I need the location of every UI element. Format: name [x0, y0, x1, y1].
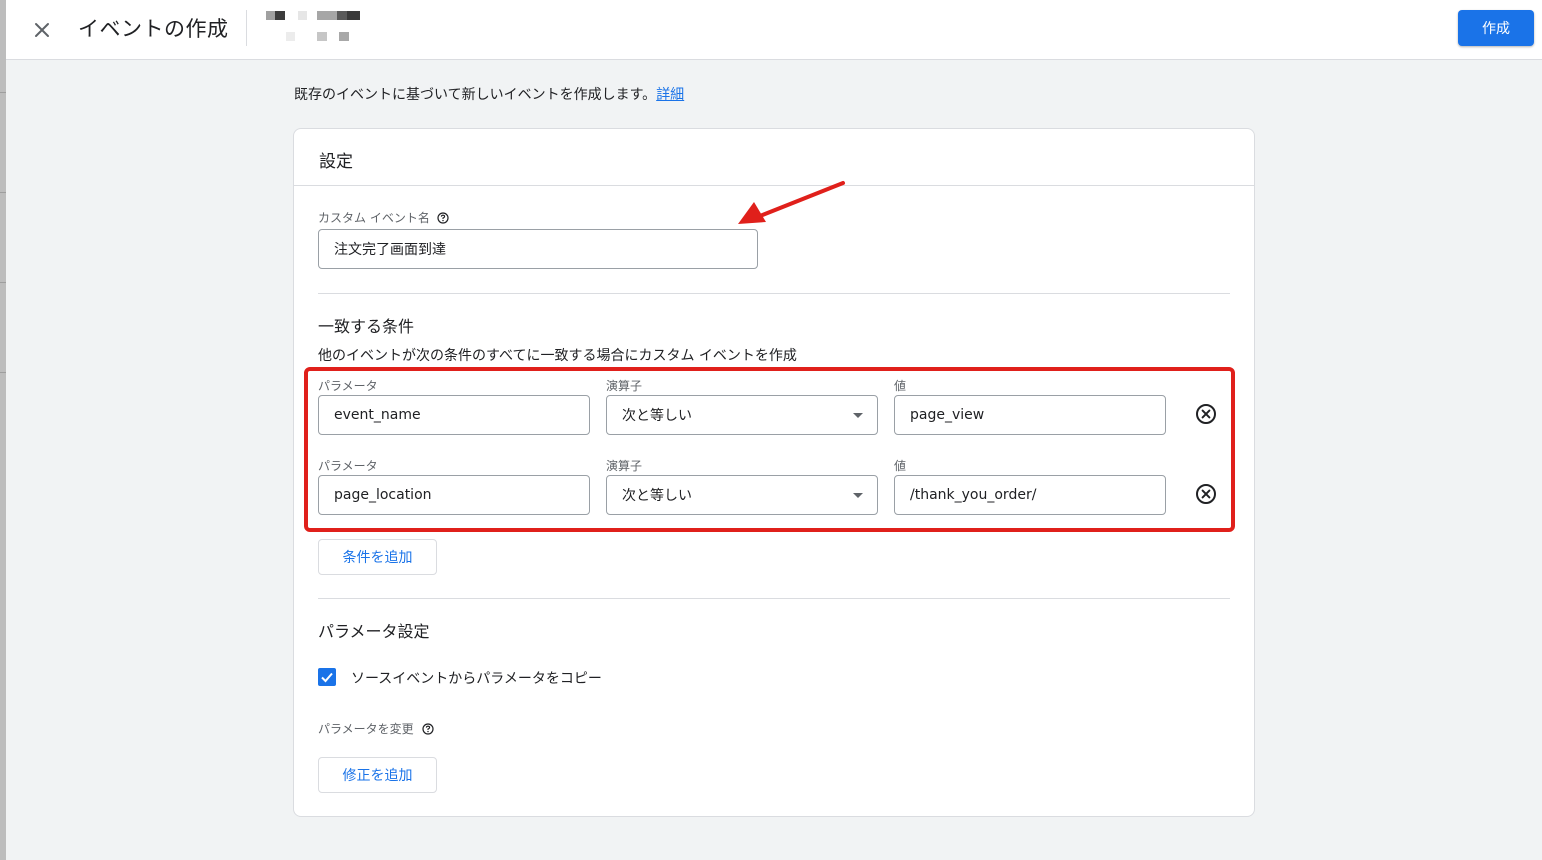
intro-description: 既存のイベントに基づいて新しいイベントを作成します。 [294, 87, 657, 103]
parameter-label: パラメータ [318, 379, 378, 393]
left-edge-strip [0, 0, 6, 860]
add-condition-button[interactable]: 条件を追加 [318, 539, 437, 575]
operator-value: 次と等しい [622, 488, 692, 504]
operator-label: 演算子 [606, 459, 643, 473]
event-name-label: カスタム イベント名 [318, 211, 430, 225]
settings-title: 設定 [294, 129, 1254, 186]
dropdown-arrow-icon [853, 493, 863, 498]
copy-parameters-label: ソースイベントからパラメータをコピー [351, 671, 602, 687]
modify-parameters-label: パラメータを変更 [318, 722, 414, 736]
help-icon[interactable] [437, 212, 449, 224]
create-button[interactable]: 作成 [1458, 10, 1534, 46]
add-modification-button[interactable]: 修正を追加 [318, 757, 437, 793]
settings-card: 設定 カスタム イベント名 注文完了画面到達 一致する条件 他のイベントが次の条… [293, 128, 1255, 817]
top-app-bar: イベントの作成 作成 [6, 0, 1542, 60]
close-button[interactable] [28, 16, 56, 44]
value-label: 値 [894, 379, 907, 393]
page-title: イベントの作成 [78, 17, 229, 41]
close-icon [35, 23, 49, 37]
checkmark-icon [321, 672, 333, 683]
operator-label: 演算子 [606, 379, 643, 393]
remove-condition-icon[interactable] [1194, 402, 1218, 426]
value-input[interactable]: /thank_you_order/ [894, 475, 1166, 515]
operator-select[interactable]: 次と等しい [606, 395, 878, 435]
remove-condition-icon[interactable] [1194, 482, 1218, 506]
value-label: 値 [894, 459, 907, 473]
header-divider [246, 10, 247, 46]
intro-text: 既存のイベントに基づいて新しいイベントを作成します。詳細 [294, 84, 684, 104]
parameter-settings-title: パラメータ設定 [318, 622, 430, 641]
dropdown-arrow-icon [853, 413, 863, 418]
divider [318, 598, 1230, 599]
help-icon[interactable] [422, 723, 434, 735]
details-link[interactable]: 詳細 [656, 87, 684, 103]
copy-parameters-checkbox[interactable] [318, 668, 336, 686]
operator-select[interactable]: 次と等しい [606, 475, 878, 515]
value-input[interactable]: page_view [894, 395, 1166, 435]
parameter-input[interactable]: page_location [318, 475, 590, 515]
event-name-input[interactable]: 注文完了画面到達 [318, 229, 758, 269]
divider [318, 293, 1230, 294]
conditions-description: 他のイベントが次の条件のすべてに一致する場合にカスタム イベントを作成 [318, 348, 797, 364]
redacted-account-info [264, 8, 364, 48]
parameter-label: パラメータ [318, 459, 378, 473]
parameter-input[interactable]: event_name [318, 395, 590, 435]
conditions-title: 一致する条件 [318, 317, 415, 336]
operator-value: 次と等しい [622, 408, 692, 424]
